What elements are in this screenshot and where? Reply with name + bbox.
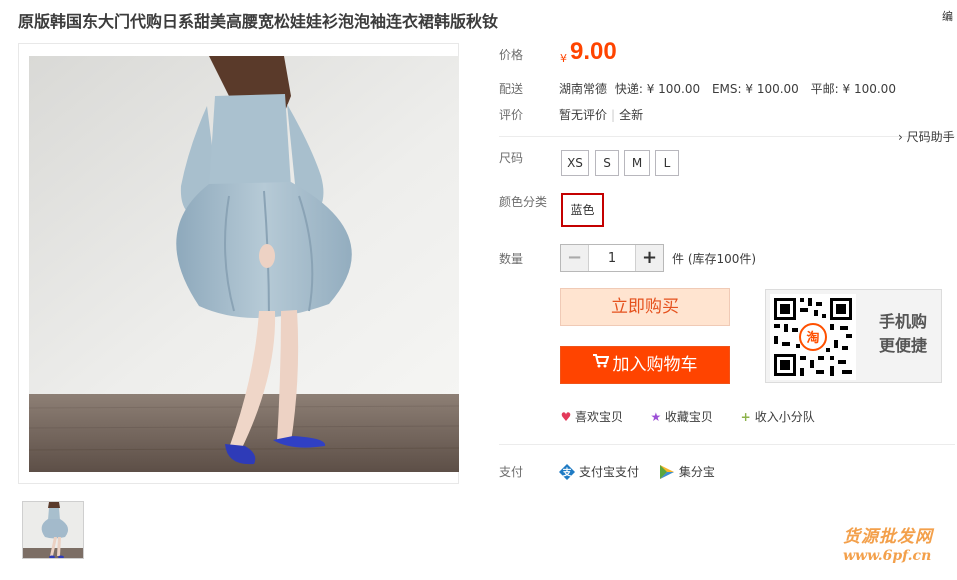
shipping-info: 湖南常德 快递: ¥ 100.00 EMS: ¥ 100.00 平邮: ¥ 10…: [559, 80, 900, 97]
review-label: 评价: [499, 108, 524, 122]
quantity-decrease-button[interactable]: −: [561, 245, 589, 271]
section-divider: [499, 136, 955, 137]
buy-now-button[interactable]: 立即购买: [560, 288, 730, 326]
size-label: 尺码: [499, 151, 524, 165]
add-to-squad-button[interactable]: + 收入小分队: [739, 408, 815, 425]
jifenbao-label: 集分宝: [678, 465, 715, 479]
item-condition: 全新: [619, 108, 644, 122]
product-title: 原版韩国东大门代购日系甜美高腰宽松娃娃衫泡泡袖连衣裙韩版秋钕: [18, 12, 499, 31]
like-item-button[interactable]: ♥ 喜欢宝贝: [559, 408, 623, 425]
qr-caption-line2: 更便捷: [878, 336, 927, 355]
review-separator: |: [611, 108, 616, 122]
shipping-ems: EMS: ¥ 100.00: [711, 82, 799, 96]
size-option-s[interactable]: S: [595, 150, 619, 176]
price-currency: ¥: [560, 52, 567, 65]
qr-code-icon: 淘: [770, 294, 856, 380]
like-item-label: 喜欢宝贝: [575, 410, 624, 424]
color-label: 颜色分类: [499, 195, 548, 209]
collect-item-label: 收藏宝贝: [664, 410, 713, 424]
color-option-blue[interactable]: 蓝色: [561, 193, 604, 227]
plus-icon: +: [740, 410, 751, 424]
qr-caption: 手机购 更便捷: [868, 310, 938, 358]
watermark-title: 货源批发网: [843, 527, 933, 547]
mobile-qr-panel[interactable]: 淘 手机购 更便捷: [765, 289, 942, 383]
thumbnail-image[interactable]: [22, 501, 84, 559]
qr-caption-line1: 手机购: [878, 312, 927, 331]
payment-label: 支付: [499, 465, 524, 479]
add-to-squad-label: 收入小分队: [754, 410, 815, 424]
edit-link-cut[interactable]: 编: [942, 8, 953, 24]
product-photo: [29, 56, 459, 472]
jifenbao-method: 集分宝: [659, 463, 715, 481]
item-actions: ♥ 喜欢宝贝 ★ 收藏宝贝 + 收入小分队: [559, 408, 837, 425]
svg-text:支: 支: [561, 466, 572, 478]
watermark-url: www.6pf.cn: [843, 548, 932, 564]
jifenbao-icon: [659, 464, 675, 480]
size-option-xs[interactable]: XS: [561, 150, 589, 176]
star-icon: ★: [650, 410, 662, 424]
size-helper-link[interactable]: › 尺码助手: [898, 128, 955, 145]
quantity-input[interactable]: [589, 245, 635, 271]
alipay-method: 支 支付宝支付: [559, 463, 639, 481]
review-info: 暂无评价 | 全新: [559, 106, 643, 123]
size-option-m[interactable]: M: [624, 150, 650, 176]
add-to-cart-button[interactable]: 加入购物车: [560, 346, 730, 384]
heart-icon: ♥: [560, 410, 572, 424]
collect-item-button[interactable]: ★ 收藏宝贝: [649, 408, 713, 425]
quantity-increase-button[interactable]: +: [635, 245, 663, 271]
cart-icon: [592, 345, 609, 381]
price-label: 价格: [499, 48, 524, 62]
shipping-mail: 平邮: ¥ 100.00: [810, 82, 896, 96]
payment-methods: 支 支付宝支付 集分宝: [559, 463, 731, 481]
qr-center-badge: 淘: [806, 330, 819, 346]
alipay-icon: 支: [559, 463, 575, 480]
main-image-frame: [18, 43, 459, 484]
section-divider-2: [499, 444, 955, 445]
shipping-express: 快递: ¥ 100.00: [614, 82, 701, 96]
shipping-location[interactable]: 湖南常德: [559, 82, 607, 96]
quantity-label: 数量: [499, 252, 524, 266]
alipay-label: 支付宝支付: [579, 465, 640, 479]
add-to-cart-label: 加入购物车: [612, 355, 698, 375]
review-status[interactable]: 暂无评价: [559, 108, 607, 122]
price-value: 9.00: [570, 38, 617, 65]
stock-info: 件 (库存100件): [672, 252, 757, 266]
shipping-label: 配送: [499, 82, 524, 96]
quantity-stepper: − +: [560, 244, 664, 272]
size-option-l[interactable]: L: [655, 150, 679, 176]
